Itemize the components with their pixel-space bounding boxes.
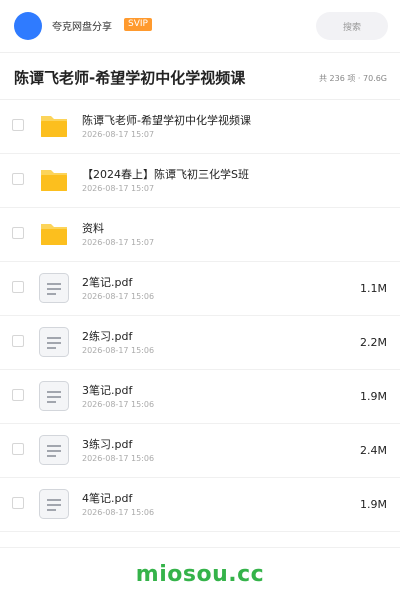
file-row[interactable]: 资料 2026-08-17 15:07 <box>0 208 400 262</box>
file-row[interactable]: 3练习.pdf 2026-08-17 15:06 2.4M <box>0 424 400 478</box>
file-row[interactable]: 2练习.pdf 2026-08-17 15:06 2.2M <box>0 316 400 370</box>
file-date: 2026-08-17 15:07 <box>82 238 155 247</box>
file-row[interactable]: 陈谭飞老师-希望学初中化学视频课 2026-08-17 15:07 <box>0 100 400 154</box>
file-date: 2026-08-17 15:06 <box>82 292 155 301</box>
file-date: 2026-08-17 15:06 <box>82 508 155 517</box>
file-row[interactable]: 4笔记.pdf 2026-08-17 15:06 1.9M <box>0 478 400 532</box>
footer: miosou.cc <box>0 547 400 600</box>
file-row[interactable]: 2笔记.pdf 2026-08-17 15:06 1.1M <box>0 262 400 316</box>
file-date: 2026-08-17 15:06 <box>82 454 155 463</box>
search-placeholder: 搜索 <box>342 22 361 33</box>
search-input[interactable]: 搜索 <box>316 12 388 40</box>
file-name[interactable]: 3笔记.pdf <box>82 382 132 398</box>
document-icon <box>38 272 70 304</box>
file-date: 2026-08-17 15:06 <box>82 400 155 409</box>
user-name: 夸克网盘分享 <box>52 22 112 33</box>
file-size: 1.1M <box>360 282 387 295</box>
page-title: 陈谭飞老师-希望学初中化学视频课 <box>14 69 246 87</box>
file-size: 1.9M <box>360 390 387 403</box>
file-name[interactable]: 3练习.pdf <box>82 436 132 452</box>
row-checkbox[interactable] <box>12 443 24 455</box>
folder-icon <box>38 218 70 250</box>
row-checkbox[interactable] <box>12 173 24 185</box>
svip-badge: SVIP <box>124 18 152 31</box>
folder-meta: 共 236 项 · 70.6G <box>319 74 387 83</box>
row-checkbox[interactable] <box>12 389 24 401</box>
file-date: 2026-08-17 15:07 <box>82 130 155 139</box>
file-name[interactable]: 资料 <box>82 220 104 236</box>
folder-title-bar: 陈谭飞老师-希望学初中化学视频课 共 236 项 · 70.6G <box>0 53 400 100</box>
folder-icon <box>38 110 70 142</box>
file-row[interactable]: 【2024春上】陈谭飞初三化学S班 2026-08-17 15:07 <box>0 154 400 208</box>
file-row[interactable]: 3笔记.pdf 2026-08-17 15:06 1.9M <box>0 370 400 424</box>
watermark-text: miosou.cc <box>135 561 265 587</box>
document-icon <box>38 434 70 466</box>
document-icon <box>38 326 70 358</box>
file-name[interactable]: 【2024春上】陈谭飞初三化学S班 <box>82 166 249 182</box>
folder-icon <box>38 164 70 196</box>
file-name[interactable]: 4笔记.pdf <box>82 490 132 506</box>
file-name[interactable]: 2练习.pdf <box>82 328 132 344</box>
file-size: 1.9M <box>360 498 387 511</box>
top-header: 夸克网盘分享 SVIP 搜索 <box>0 0 400 53</box>
row-checkbox[interactable] <box>12 497 24 509</box>
row-checkbox[interactable] <box>12 281 24 293</box>
user-avatar[interactable] <box>14 12 42 40</box>
file-name[interactable]: 2笔记.pdf <box>82 274 132 290</box>
file-list: 陈谭飞老师-希望学初中化学视频课 2026-08-17 15:07 【2024春上】… <box>0 100 400 532</box>
row-checkbox[interactable] <box>12 227 24 239</box>
file-date: 2026-08-17 15:06 <box>82 346 155 355</box>
document-icon <box>38 380 70 412</box>
document-icon <box>38 488 70 520</box>
file-name[interactable]: 陈谭飞老师-希望学初中化学视频课 <box>82 112 251 128</box>
file-size: 2.2M <box>360 336 387 349</box>
row-checkbox[interactable] <box>12 335 24 347</box>
file-size: 2.4M <box>360 444 387 457</box>
row-checkbox[interactable] <box>12 119 24 131</box>
file-date: 2026-08-17 15:07 <box>82 184 155 193</box>
